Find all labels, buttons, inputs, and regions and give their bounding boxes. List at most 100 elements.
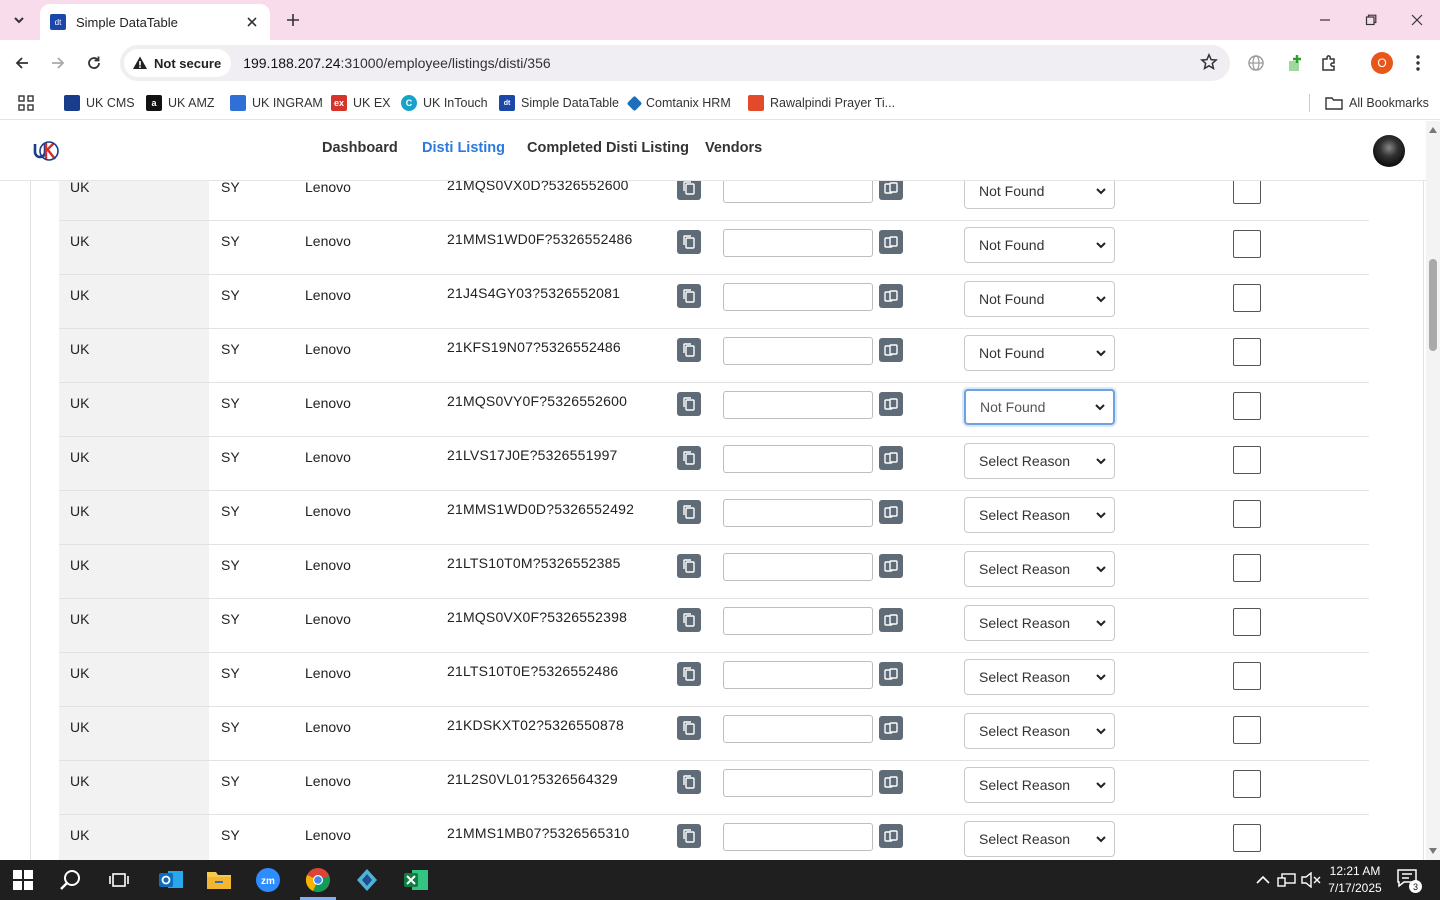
bookmark-rawalpindi-prayer[interactable]: Rawalpindi Prayer Ti... bbox=[748, 92, 895, 114]
forward-button[interactable] bbox=[45, 50, 71, 76]
taskbar-search-button[interactable] bbox=[56, 865, 86, 895]
price-input[interactable] bbox=[723, 769, 873, 797]
price-input[interactable] bbox=[723, 229, 873, 257]
extension-button[interactable] bbox=[1284, 52, 1306, 74]
price-input[interactable] bbox=[723, 607, 873, 635]
tab-close-button[interactable] bbox=[244, 14, 260, 30]
price-input[interactable] bbox=[723, 715, 873, 743]
bookmark-uk-ex[interactable]: ex UK EX bbox=[331, 92, 391, 114]
price-input[interactable] bbox=[723, 337, 873, 365]
price-input[interactable] bbox=[723, 283, 873, 311]
reason-select[interactable]: Select Reason bbox=[964, 659, 1115, 695]
outlook-taskbar-button[interactable] bbox=[156, 865, 186, 895]
bookmark-uk-intouch[interactable]: C UK InTouch bbox=[401, 92, 488, 114]
copy-button[interactable] bbox=[677, 284, 701, 308]
paste-button[interactable] bbox=[879, 608, 903, 632]
task-view-button[interactable] bbox=[104, 865, 134, 895]
excel-taskbar-button[interactable] bbox=[401, 865, 431, 895]
paste-button[interactable] bbox=[879, 662, 903, 686]
paste-button[interactable] bbox=[879, 824, 903, 848]
translate-extension-button[interactable] bbox=[1245, 52, 1267, 74]
bookmark-uk-amz[interactable]: a UK AMZ bbox=[146, 92, 215, 114]
browser-tab[interactable]: dt Simple DataTable bbox=[40, 4, 270, 40]
zoom-taskbar-button[interactable]: zm bbox=[253, 865, 283, 895]
bookmark-uk-ingram[interactable]: UK INGRAM bbox=[230, 92, 323, 114]
notification-center-button[interactable]: 3 bbox=[1396, 868, 1422, 893]
reason-select[interactable]: Select Reason bbox=[964, 821, 1115, 857]
copy-button[interactable] bbox=[677, 392, 701, 416]
paste-button[interactable] bbox=[879, 716, 903, 740]
reason-select[interactable]: Select Reason bbox=[964, 605, 1115, 641]
copy-button[interactable] bbox=[677, 230, 701, 254]
chrome-taskbar-button[interactable] bbox=[303, 865, 333, 895]
row-checkbox[interactable] bbox=[1233, 770, 1261, 798]
nav-vendors[interactable]: Vendors bbox=[705, 140, 762, 156]
scroll-down-arrow[interactable] bbox=[1428, 846, 1438, 856]
new-tab-button[interactable] bbox=[282, 9, 304, 31]
price-input[interactable] bbox=[723, 445, 873, 473]
copy-button[interactable] bbox=[677, 662, 701, 686]
price-input[interactable] bbox=[723, 661, 873, 689]
copy-button[interactable] bbox=[677, 608, 701, 632]
bookmark-comtanix-hrm[interactable]: Comtanix HRM bbox=[626, 92, 731, 114]
scrollbar-thumb[interactable] bbox=[1429, 259, 1437, 351]
reason-select[interactable]: Not Found bbox=[964, 389, 1115, 425]
row-checkbox[interactable] bbox=[1233, 662, 1261, 690]
reload-button[interactable] bbox=[81, 50, 107, 76]
nav-disti-listing[interactable]: Disti Listing bbox=[422, 140, 505, 156]
copy-button[interactable] bbox=[677, 716, 701, 740]
bookmark-star-button[interactable] bbox=[1199, 52, 1219, 74]
paste-button[interactable] bbox=[879, 500, 903, 524]
page-scrollbar[interactable] bbox=[1426, 121, 1440, 860]
close-window-button[interactable] bbox=[1403, 6, 1431, 34]
reason-select[interactable]: Select Reason bbox=[964, 443, 1115, 479]
url-text[interactable]: 199.188.207.24:31000/employee/listings/d… bbox=[243, 55, 550, 71]
reason-select[interactable]: Select Reason bbox=[964, 767, 1115, 803]
row-checkbox[interactable] bbox=[1233, 500, 1261, 528]
copy-button[interactable] bbox=[677, 554, 701, 578]
copy-button[interactable] bbox=[677, 824, 701, 848]
browser-menu-button[interactable] bbox=[1407, 52, 1429, 74]
start-button[interactable] bbox=[8, 865, 38, 895]
price-input[interactable] bbox=[723, 823, 873, 851]
apps-button[interactable] bbox=[18, 92, 34, 114]
file-explorer-taskbar-button[interactable] bbox=[204, 865, 234, 895]
row-checkbox[interactable] bbox=[1233, 338, 1261, 366]
reason-select[interactable]: Not Found bbox=[964, 335, 1115, 371]
reason-select[interactable]: Not Found bbox=[964, 227, 1115, 263]
back-button[interactable] bbox=[9, 50, 35, 76]
minimize-button[interactable] bbox=[1311, 6, 1339, 34]
price-input[interactable] bbox=[723, 553, 873, 581]
address-bar[interactable]: Not secure 199.188.207.24:31000/employee… bbox=[120, 45, 1230, 81]
uk-logo-icon[interactable] bbox=[33, 139, 59, 163]
tab-search-button[interactable] bbox=[6, 8, 32, 32]
copy-button[interactable] bbox=[677, 500, 701, 524]
row-checkbox[interactable] bbox=[1233, 392, 1261, 420]
paste-button[interactable] bbox=[879, 392, 903, 416]
reason-select[interactable]: Select Reason bbox=[964, 713, 1115, 749]
bookmark-uk-cms[interactable]: UK CMS bbox=[64, 92, 135, 114]
paste-button[interactable] bbox=[879, 554, 903, 578]
reason-select[interactable]: Not Found bbox=[964, 281, 1115, 317]
row-checkbox[interactable] bbox=[1233, 824, 1261, 852]
nav-completed-disti-listing[interactable]: Completed Disti Listing bbox=[527, 140, 689, 156]
paste-button[interactable] bbox=[879, 446, 903, 470]
price-input[interactable] bbox=[723, 391, 873, 419]
row-checkbox[interactable] bbox=[1233, 608, 1261, 636]
paste-button[interactable] bbox=[879, 230, 903, 254]
nav-dashboard[interactable]: Dashboard bbox=[322, 140, 398, 156]
restore-button[interactable] bbox=[1357, 6, 1385, 34]
all-bookmarks-button[interactable]: All Bookmarks bbox=[1325, 92, 1429, 114]
row-checkbox[interactable] bbox=[1233, 554, 1261, 582]
copy-button[interactable] bbox=[677, 770, 701, 794]
copy-button[interactable] bbox=[677, 338, 701, 362]
extensions-menu-button[interactable] bbox=[1318, 52, 1340, 74]
paste-button[interactable] bbox=[879, 338, 903, 362]
site-info-chip[interactable]: Not secure bbox=[124, 49, 232, 77]
copy-button[interactable] bbox=[677, 446, 701, 470]
user-avatar[interactable] bbox=[1373, 135, 1405, 167]
paste-button[interactable] bbox=[879, 284, 903, 308]
reason-select[interactable]: Select Reason bbox=[964, 497, 1115, 533]
reason-select[interactable]: Select Reason bbox=[964, 551, 1115, 587]
row-checkbox[interactable] bbox=[1233, 446, 1261, 474]
